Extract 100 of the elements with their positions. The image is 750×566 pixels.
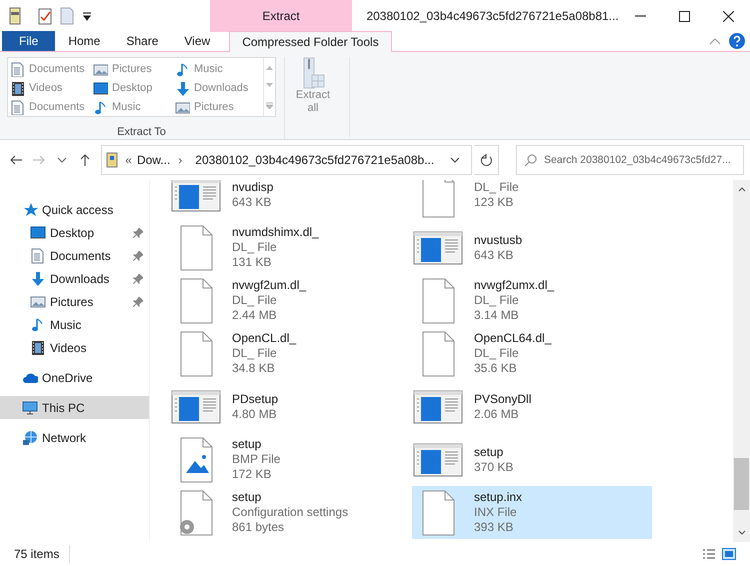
sidebar-item[interactable]: Quick access [0, 198, 149, 221]
file-detail: 643 KB [474, 248, 514, 262]
blank-page-icon [60, 7, 74, 25]
file-item[interactable]: OpenCL64.dl_ DL_ File 35.6 KB [412, 327, 652, 380]
breadcrumb-item[interactable]: 20380102_03b4c49673c5fd276721e5a08b... [195, 151, 434, 169]
file-item[interactable]: nvwgf2umx.dl_ DL_ File 3.14 MB [412, 274, 652, 327]
file-detail: 861 bytes [232, 520, 286, 535]
back-icon [9, 153, 24, 167]
file-item[interactable]: PVSonyDll 2.06 MB [412, 380, 652, 433]
program-window-icon [413, 442, 463, 476]
film-icon [10, 80, 25, 96]
file-item[interactable]: nvwgf2um.dl_ DL_ File 2.44 MB [170, 274, 410, 327]
file-name: PVSonyDll [474, 392, 532, 406]
sidebar-item[interactable]: Downloads [0, 267, 149, 290]
refresh-button[interactable] [474, 145, 499, 175]
file-name: setup.inx [474, 490, 522, 505]
file-detail: 35.6 KB [474, 361, 518, 376]
ribbon-tab[interactable]: File [2, 31, 56, 51]
pin-icon [133, 296, 143, 306]
sidebar-item[interactable]: Videos [0, 336, 149, 359]
program-window-icon [171, 180, 221, 212]
file-item[interactable]: nvumdshimx.dl_ DL_ File 131 KB [170, 221, 410, 274]
file-detail: DL_ File [474, 293, 520, 308]
blank-file-icon [420, 490, 456, 536]
group-label: Extract To [117, 125, 166, 140]
file-name: OpenCL64.dl_ [474, 331, 552, 346]
sidebar-item[interactable]: Desktop [0, 221, 149, 244]
file-item[interactable]: setup BMP File 172 KB [170, 433, 410, 486]
large-icons-view-icon [722, 548, 736, 560]
window-title: 20380102_03b4c49673c5fd276721e5a08b81... [366, 8, 619, 25]
file-detail: 370 KB [474, 460, 514, 474]
network-icon [22, 430, 38, 446]
file-name: setup [232, 490, 262, 505]
maximize-icon [678, 10, 690, 22]
blank-file-icon [178, 224, 214, 270]
music-note-icon [175, 62, 190, 76]
ribbon-tab[interactable]: Share [113, 31, 172, 51]
picture-icon [93, 62, 108, 76]
file-detail: DL_ File [232, 240, 278, 255]
overflow-chevron[interactable]: « [125, 151, 132, 169]
file-item[interactable]: PDsetup 4.80 MB [170, 380, 410, 433]
zip-folder-icon [106, 152, 118, 168]
file-detail: 4.80 MB [232, 406, 278, 422]
ribbon-tab[interactable]: View [171, 31, 224, 51]
file-name: setup [474, 444, 504, 460]
picture-icon [30, 294, 46, 310]
file-detail: DL_ File [474, 180, 519, 194]
ribbon-tab[interactable]: Home [55, 31, 114, 51]
address-bar[interactable]: « Dow... › 20380102_03b4c49673c5fd276721e5a08b... [101, 145, 472, 175]
file-detail: 2.06 MB [474, 406, 520, 422]
program-window-icon [413, 230, 463, 264]
scroll-up-icon [738, 186, 746, 192]
program-window-icon [413, 390, 463, 424]
close-icon [722, 10, 734, 22]
file-detail: 643 KB [232, 194, 272, 210]
sidebar-item[interactable]: Pictures [0, 290, 149, 313]
settings-file-icon [178, 490, 214, 536]
file-detail: 3.14 MB [474, 308, 520, 323]
file-item[interactable]: OpenCL.dl_ DL_ File 34.8 KB [170, 327, 410, 380]
desktop-icon [30, 224, 46, 240]
star-icon [22, 202, 38, 218]
down-arrow-icon [175, 80, 190, 96]
breadcrumb-item[interactable]: Dow... [136, 151, 170, 169]
file-item[interactable]: setup Configuration settings 861 bytes [170, 486, 410, 539]
scrollbar-thumb[interactable] [734, 458, 749, 510]
file-item[interactable]: setup 370 KB [412, 433, 652, 486]
scrollbar[interactable] [733, 180, 750, 542]
program-window-icon [171, 390, 221, 424]
dropdown-icon [82, 11, 92, 21]
file-name: nvwgf2umx.dl_ [474, 278, 554, 293]
file-name: nvudisp [232, 180, 274, 194]
details-view-icon [702, 548, 716, 560]
file-detail: BMP File [232, 452, 280, 467]
image-file-icon [178, 436, 214, 482]
breadcrumb-separator[interactable]: › [178, 151, 182, 169]
file-detail: 393 KB [474, 520, 514, 535]
file-detail: 131 KB [232, 255, 272, 270]
pin-icon [133, 250, 143, 260]
file-name: nvustusb [474, 232, 522, 248]
item-count: 75 items [14, 545, 70, 563]
file-item[interactable]: DL_ File 123 KB [412, 180, 652, 221]
file-item[interactable]: nvustusb 643 KB [412, 221, 652, 274]
properties-icon [8, 7, 22, 25]
ribbon-tab[interactable]: Compressed Folder Tools [229, 31, 392, 52]
search-field[interactable]: Search 20380102_03b4c49673c5fd27... [516, 145, 744, 175]
file-detail: 34.8 KB [232, 361, 276, 376]
file-item[interactable]: setup.inx INX File 393 KB [412, 486, 652, 539]
file-detail: DL_ File [232, 346, 278, 361]
sidebar-item[interactable]: Music [0, 313, 149, 336]
document-icon [10, 100, 25, 114]
file-detail: INX File [474, 505, 518, 520]
sidebar-item[interactable]: OneDrive [0, 366, 149, 389]
forward-icon [32, 153, 46, 167]
file-name: PDsetup [232, 392, 278, 406]
sidebar-item[interactable]: Network [0, 426, 149, 449]
document-icon [30, 248, 46, 264]
file-item[interactable]: nvudisp 643 KB [170, 180, 410, 221]
sidebar-item[interactable]: This PC [0, 396, 149, 419]
help-icon [729, 33, 745, 49]
sidebar-item[interactable]: Documents [0, 244, 149, 267]
